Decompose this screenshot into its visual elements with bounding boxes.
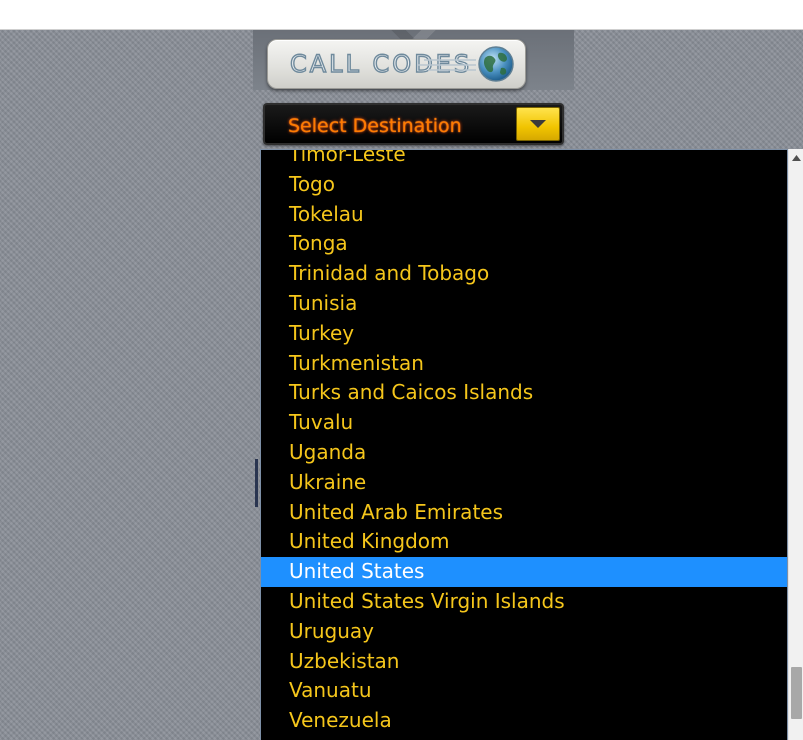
- dropdown-option[interactable]: Turkey: [261, 319, 787, 349]
- destination-select[interactable]: Select Destination: [263, 103, 564, 145]
- dropdown-option[interactable]: Trinidad and Tobago: [261, 259, 787, 289]
- dropdown-option-selected[interactable]: United States: [261, 557, 787, 588]
- dropdown-option[interactable]: Togo: [261, 170, 787, 200]
- dropdown-option[interactable]: Turks and Caicos Islands: [261, 378, 787, 408]
- dropdown-option[interactable]: Uganda: [261, 438, 787, 468]
- dropdown-option[interactable]: United Arab Emirates: [261, 498, 787, 528]
- underlying-panel-edge: [255, 459, 258, 507]
- dropdown-option[interactable]: Vanuatu: [261, 676, 787, 706]
- dropdown-toggle-button[interactable]: [516, 107, 560, 141]
- destination-dropdown-list[interactable]: Timor-Leste Togo Tokelau Tonga Trinidad and …: [260, 149, 788, 740]
- dropdown-option[interactable]: Tunisia: [261, 289, 787, 319]
- scroll-thumb[interactable]: [791, 667, 802, 719]
- dropdown-option[interactable]: Venezuela: [261, 706, 787, 736]
- browser-toolbar-strip: [0, 0, 803, 30]
- dropdown-option[interactable]: Tuvalu: [261, 408, 787, 438]
- dropdown-option[interactable]: Tokelau: [261, 200, 787, 230]
- dropdown-option[interactable]: United Kingdom: [261, 527, 787, 557]
- globe-icon: [478, 46, 514, 82]
- dropdown-option[interactable]: Timor-Leste: [261, 150, 787, 170]
- speed-lines-icon: [418, 59, 476, 71]
- call-codes-logo: CALL CODES: [267, 39, 526, 89]
- dropdown-option[interactable]: United States Virgin Islands: [261, 587, 787, 617]
- dropdown-option[interactable]: Uzbekistan: [261, 647, 787, 677]
- dropdown-option[interactable]: Turkmenistan: [261, 349, 787, 379]
- dropdown-option[interactable]: Uruguay: [261, 617, 787, 647]
- dropdown-option[interactable]: Tonga: [261, 229, 787, 259]
- dropdown-scrollbar[interactable]: [788, 149, 803, 740]
- chevron-down-icon: [530, 120, 546, 128]
- scroll-up-button[interactable]: [789, 149, 803, 166]
- scroll-up-arrow-icon: [792, 155, 801, 161]
- destination-select-label: Select Destination: [288, 115, 462, 137]
- dropdown-option[interactable]: Ukraine: [261, 468, 787, 498]
